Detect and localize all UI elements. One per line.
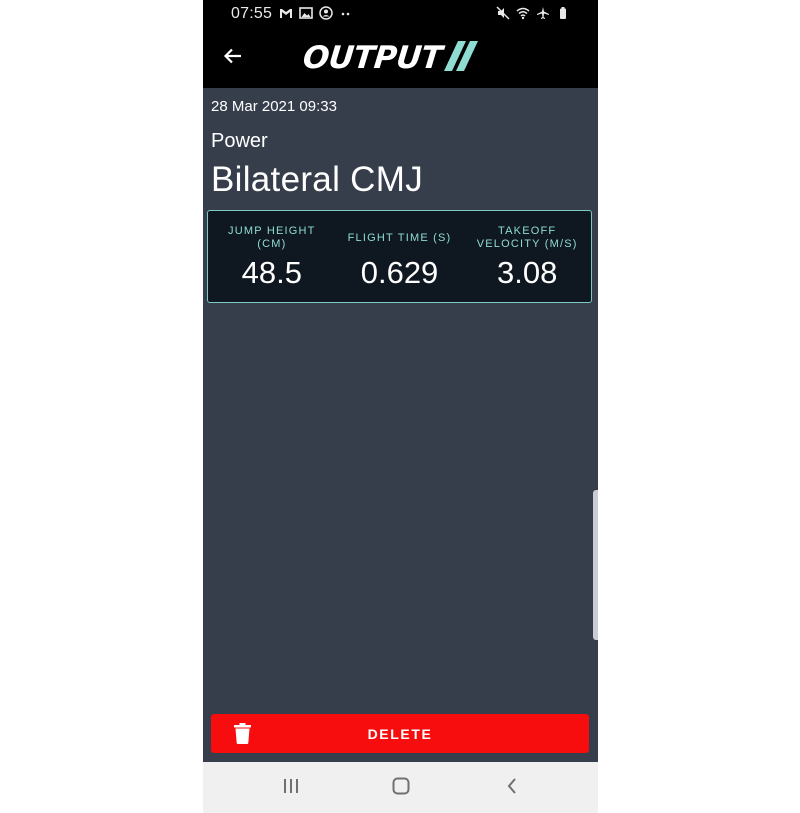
session-category: Power	[211, 130, 268, 152]
back-button[interactable]	[217, 42, 249, 74]
back-icon	[505, 777, 519, 800]
exercise-title: Bilateral CMJ	[211, 160, 424, 199]
logo-text: OUTPUT	[301, 40, 444, 76]
recent-apps-icon	[282, 778, 300, 799]
gallery-icon	[299, 6, 313, 20]
metric-takeoff-velocity: TAKEOFF VELOCITY (M/S) 3.08	[463, 211, 591, 302]
metric-value: 3.08	[497, 255, 558, 290]
metric-label: JUMP HEIGHT (CM)	[228, 225, 316, 250]
gmail-icon	[279, 6, 293, 20]
logo-stripes-icon	[443, 40, 488, 76]
metric-label: TAKEOFF VELOCITY (M/S)	[476, 225, 578, 250]
arrow-left-icon	[223, 46, 243, 71]
wifi-icon	[516, 6, 530, 20]
airplane-icon	[536, 6, 550, 20]
system-nav-bar	[203, 762, 598, 813]
phone-screen: 07:55 OUTPUT 28 Mar 2021 09:33 Power Bil…	[203, 0, 598, 813]
status-bar: 07:55	[203, 0, 598, 28]
account-icon	[319, 6, 333, 20]
metric-value: 48.5	[241, 255, 302, 290]
status-system-icons	[496, 6, 570, 20]
metric-value: 0.629	[360, 255, 439, 290]
metric-label: FLIGHT TIME (S)	[347, 231, 452, 244]
metric-jump-height: JUMP HEIGHT (CM) 48.5	[208, 211, 336, 302]
home-button[interactable]	[386, 774, 416, 802]
output-logo: OUTPUT	[301, 39, 488, 77]
app-bar: OUTPUT	[203, 28, 598, 88]
status-time: 07:55	[231, 5, 273, 22]
battery-icon	[556, 6, 570, 20]
recent-apps-button[interactable]	[276, 774, 306, 802]
status-notification-icons	[279, 6, 353, 20]
metric-flight-time: FLIGHT TIME (S) 0.629	[336, 211, 464, 302]
more-dots-icon	[339, 6, 353, 20]
home-icon	[392, 777, 410, 800]
mute-icon	[496, 6, 510, 20]
metrics-card: JUMP HEIGHT (CM) 48.5 FLIGHT TIME (S) 0.…	[207, 210, 592, 303]
delete-button[interactable]: DELETE	[211, 714, 589, 753]
session-date: 28 Mar 2021 09:33	[211, 98, 337, 115]
nav-back-button[interactable]	[497, 774, 527, 802]
delete-label: DELETE	[367, 726, 433, 742]
scrollbar-handle[interactable]	[593, 490, 598, 640]
